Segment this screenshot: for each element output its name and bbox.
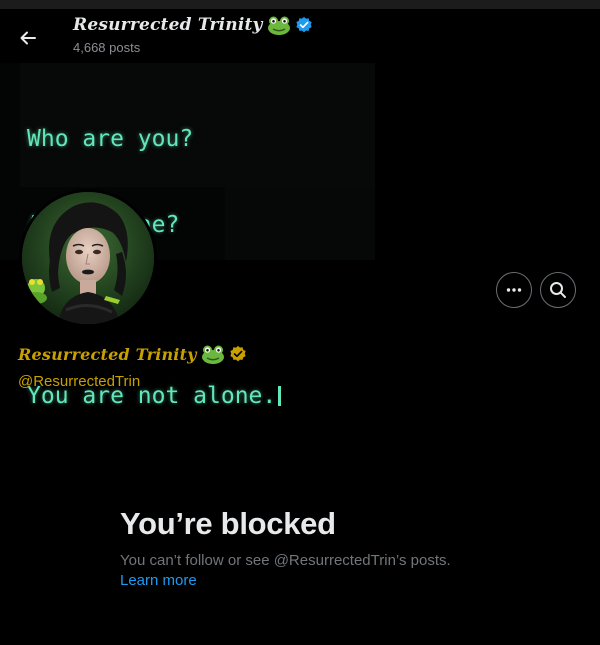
- frog-emoji-icon: [267, 16, 290, 35]
- header-title-row: Resurrected Trinity: [73, 15, 313, 35]
- profile-avatar[interactable]: [19, 189, 157, 327]
- verified-badge-icon: [296, 16, 312, 33]
- search-icon: [550, 282, 566, 298]
- profile-name-row: Resurrected Trinity: [18, 344, 247, 364]
- gold-verified-badge-icon[interactable]: [229, 345, 247, 363]
- back-button[interactable]: [8, 18, 48, 58]
- avatar-portrait-image: [22, 192, 154, 324]
- search-profile-button[interactable]: [540, 272, 576, 308]
- header-display-name: Resurrected Trinity: [73, 15, 263, 35]
- more-options-button[interactable]: [496, 272, 532, 308]
- posts-count: 4,668 posts: [73, 40, 141, 55]
- profile-header-bar: Resurrected Trinity 4,668 posts: [0, 9, 600, 63]
- window-top-strip: [0, 0, 600, 9]
- profile-display-name: Resurrected Trinity: [18, 344, 197, 364]
- more-dots-icon: [506, 288, 522, 292]
- banner-line-1: Who are you?: [27, 126, 194, 152]
- blocked-title: You’re blocked: [120, 506, 336, 541]
- arrow-left-icon: [20, 31, 36, 45]
- blocked-description: You can’t follow or see @ResurrectedTrin…: [120, 552, 451, 569]
- profile-handle: @ResurrectedTrin: [18, 373, 141, 390]
- terminal-cursor: [278, 385, 282, 406]
- frog-emoji-icon: [201, 345, 224, 364]
- learn-more-link[interactable]: Learn more: [120, 572, 197, 589]
